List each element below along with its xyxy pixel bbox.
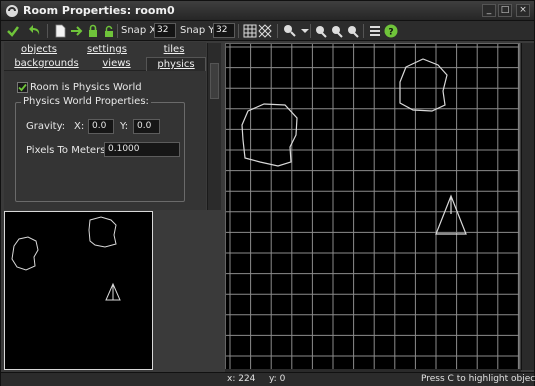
gravity-x-input[interactable]: 0.0 <box>88 119 114 134</box>
room-grid <box>226 44 519 369</box>
tab-tiles[interactable]: tiles <box>144 43 204 57</box>
tab-physics[interactable]: physics <box>146 57 206 71</box>
help-icon[interactable]: ? <box>383 23 399 39</box>
status-bar: x: 224 y: 0 Press C to highlight objects… <box>1 372 535 386</box>
status-x: x: 224 <box>227 374 256 384</box>
preview-shapes <box>11 216 121 301</box>
undo-icon[interactable] <box>27 23 43 39</box>
canvas-vertical-scrollbar[interactable] <box>521 43 534 370</box>
confirm-check-icon[interactable] <box>5 23 21 39</box>
new-room-icon[interactable] <box>52 23 68 39</box>
lock-icon[interactable] <box>85 23 101 39</box>
minimize-button[interactable]: _ <box>482 4 496 17</box>
physics-tab-body: Room is Physics World Physics World Prop… <box>4 71 206 210</box>
toolbar: Snap X 32 Snap Y 32 ? <box>1 21 534 41</box>
pixels-to-meters-label: Pixels To Meters: <box>26 145 109 156</box>
gravity-x-label: X: <box>74 121 85 132</box>
unlock-icon[interactable] <box>101 23 117 39</box>
grid-icon[interactable] <box>242 23 258 39</box>
pixels-to-meters-input[interactable]: 0.1000 <box>104 142 180 157</box>
asteroid-object[interactable] <box>399 58 448 112</box>
tab-views[interactable]: views <box>89 57 144 71</box>
physics-world-checkbox[interactable] <box>17 82 28 93</box>
shift-icon[interactable] <box>69 23 85 39</box>
gravity-label: Gravity: <box>26 121 66 132</box>
room-properties-window: Room Properties: room0 _ □ × Snap X 32 S… <box>0 0 535 386</box>
status-y: y: 0 <box>269 374 286 384</box>
snap-y-label: Snap Y <box>180 25 215 36</box>
zoom-out-icon[interactable] <box>313 23 329 39</box>
panel-scrollbar[interactable] <box>207 43 221 210</box>
panel-scrollbar-thumb[interactable] <box>210 63 219 99</box>
zoom-icon[interactable] <box>282 23 298 39</box>
list-icon[interactable] <box>367 23 383 39</box>
snap-x-input[interactable]: 32 <box>154 23 176 38</box>
zoom-in-icon[interactable] <box>345 23 361 39</box>
status-hint: Press C to highlight objects o <box>421 374 535 384</box>
physics-world-label: Room is Physics World <box>30 82 142 93</box>
tab-objects[interactable]: objects <box>9 43 69 57</box>
gravity-y-input[interactable]: 0.0 <box>133 119 160 134</box>
close-button[interactable]: × <box>516 4 530 17</box>
snap-y-input[interactable]: 32 <box>213 23 235 38</box>
room-preview[interactable] <box>4 211 153 370</box>
tab-backgrounds[interactable]: backgrounds <box>9 57 84 71</box>
zoom-reset-icon[interactable] <box>329 23 345 39</box>
title-bar[interactable]: Room Properties: room0 _ □ × <box>1 1 534 21</box>
properties-panel: objects settings tiles backgrounds views… <box>1 42 223 210</box>
room-canvas[interactable] <box>225 43 520 370</box>
gravity-y-label: Y: <box>120 121 129 132</box>
ship-object[interactable] <box>435 194 467 235</box>
physics-world-group-title: Physics World Properties: <box>21 96 151 107</box>
maximize-button[interactable]: □ <box>498 4 512 17</box>
window-title: Room Properties: room0 <box>23 4 175 17</box>
svg-text:?: ? <box>388 28 393 38</box>
app-logo-icon <box>6 5 18 17</box>
tab-settings[interactable]: settings <box>77 43 137 57</box>
snap-x-label: Snap X <box>121 25 157 36</box>
isometric-grid-icon[interactable] <box>257 23 273 39</box>
